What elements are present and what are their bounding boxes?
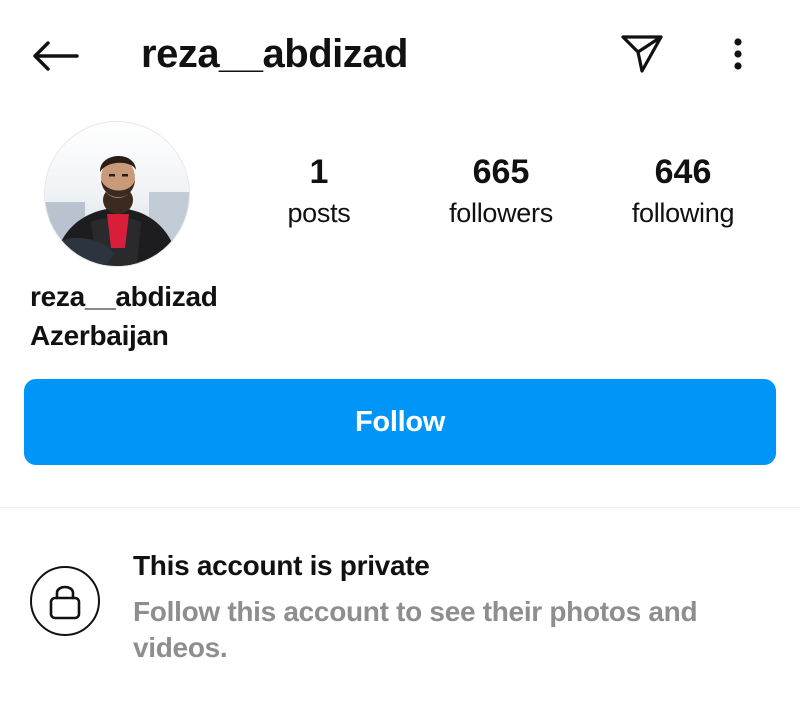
posts-stat[interactable]: 1 posts — [229, 150, 409, 232]
private-account-title: This account is private — [133, 550, 430, 581]
profile-name: reza__abdizad — [30, 281, 218, 312]
page-title: reza__abdizad — [141, 32, 408, 76]
top-bar: reza__abdizad — [0, 0, 800, 110]
following-stat[interactable]: 646 following — [593, 150, 773, 232]
following-count: 646 — [654, 153, 712, 191]
profile-photo — [45, 122, 189, 266]
section-divider — [0, 507, 800, 508]
back-button[interactable] — [30, 34, 80, 78]
private-account-description: Follow this account to see their photos … — [133, 596, 698, 663]
following-label: following — [631, 198, 735, 228]
share-button[interactable] — [618, 30, 666, 78]
more-vertical-icon — [734, 38, 742, 70]
posts-count: 1 — [309, 153, 329, 191]
more-options-button[interactable] — [716, 30, 760, 78]
posts-label: posts — [287, 198, 351, 228]
follow-button[interactable]: Follow — [24, 379, 776, 465]
private-lock-badge — [30, 566, 100, 636]
paper-plane-icon — [621, 35, 663, 73]
avatar[interactable] — [45, 122, 189, 266]
follow-button-label: Follow — [354, 405, 445, 438]
followers-label: followers — [449, 198, 553, 228]
lock-icon — [49, 585, 81, 620]
followers-count: 665 — [472, 153, 530, 191]
arrow-left-icon — [33, 41, 79, 71]
followers-stat[interactable]: 665 followers — [411, 150, 591, 232]
profile-location: Azerbaijan — [30, 320, 169, 351]
